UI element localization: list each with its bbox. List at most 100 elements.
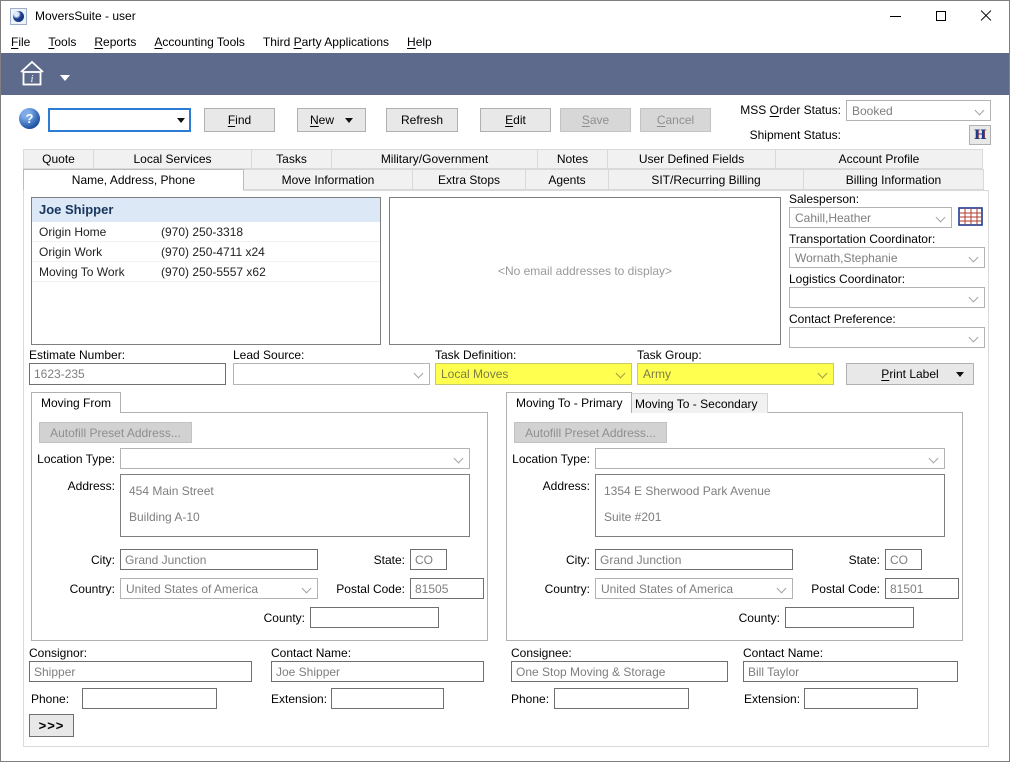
consignee-contact-name-label: Contact Name: (743, 646, 823, 660)
refresh-button[interactable]: Refresh (386, 108, 458, 132)
consignee-extension-input[interactable] (804, 688, 918, 709)
email-list[interactable]: <No email addresses to display> (389, 197, 781, 345)
menu-help[interactable]: Help (398, 32, 441, 52)
home-info-icon: i (17, 59, 53, 89)
tab-moving-to-secondary[interactable]: Moving To - Secondary (625, 393, 768, 413)
tab-agents[interactable]: Agents (525, 169, 609, 190)
menu-file[interactable]: File (2, 32, 39, 52)
tab-user-defined-fields[interactable]: User Defined Fields (607, 149, 776, 169)
chevron-down-icon (818, 369, 828, 379)
maximize-button[interactable] (918, 1, 963, 31)
moving-to-address-label: Address: (506, 479, 590, 493)
phone-row[interactable]: Origin Home(970) 250-3318 (32, 222, 380, 242)
phone-type: Origin Work (39, 242, 161, 261)
consignee-extension-label: Extension: (744, 692, 800, 706)
salesperson-schedule-button[interactable] (958, 207, 984, 230)
close-button[interactable] (963, 1, 1008, 31)
order-search-combobox (48, 108, 191, 132)
phone-number: (970) 250-5557 x62 (161, 262, 266, 281)
save-button[interactable]: Save (560, 108, 631, 132)
moving-from-location-type-select[interactable] (120, 448, 470, 469)
moving-to-country-value: United States of America (601, 582, 733, 596)
task-definition-select[interactable]: Local Moves (435, 363, 632, 385)
tab-local-services[interactable]: Local Services (93, 149, 252, 169)
moving-to-city-label: City: (506, 553, 590, 567)
salesperson-select[interactable]: Cahill,Heather (789, 207, 952, 228)
tab-moving-from[interactable]: Moving From (31, 392, 121, 413)
mss-order-status-select[interactable]: Booked (846, 100, 991, 121)
task-definition-value: Local Moves (441, 367, 508, 381)
tab-account-profile[interactable]: Account Profile (775, 149, 983, 169)
contact-preference-select[interactable] (789, 327, 985, 348)
svg-text:i: i (31, 74, 34, 85)
consignee-label: Consignee: (511, 646, 572, 660)
tab-sit-recurring-billing[interactable]: SIT/Recurring Billing (608, 169, 804, 190)
lead-source-select[interactable] (233, 363, 430, 385)
consignor-extension-input[interactable] (331, 688, 444, 709)
chevron-down-icon (936, 213, 946, 223)
chevron-down-icon (60, 75, 70, 81)
moving-to-county-input[interactable] (785, 607, 914, 628)
consignee-phone-input[interactable] (554, 688, 689, 709)
tab-extra-stops[interactable]: Extra Stops (412, 169, 526, 190)
moving-from-country-select[interactable]: United States of America (120, 578, 318, 599)
tab-quote[interactable]: Quote (23, 149, 94, 169)
moving-to-city-input[interactable] (595, 549, 793, 570)
moving-to-postal-input[interactable] (885, 578, 959, 599)
chevron-down-icon (969, 293, 979, 303)
find-button[interactable]: Find (204, 108, 275, 132)
expand-button[interactable]: >>> (29, 714, 74, 737)
print-label-button[interactable]: Print Label (846, 363, 974, 385)
phone-row[interactable]: Moving To Work(970) 250-5557 x62 (32, 262, 380, 282)
moving-to-address-box[interactable]: 1354 E Sherwood Park AvenueSuite #201 (595, 474, 945, 537)
phone-row[interactable]: Origin Work(970) 250-4711 x24 (32, 242, 380, 262)
menu-reports[interactable]: Reports (85, 32, 145, 52)
consignee-input[interactable] (511, 661, 728, 682)
logistics-coordinator-select[interactable] (789, 287, 985, 308)
tab-notes[interactable]: Notes (537, 149, 608, 169)
tab-military-government[interactable]: Military/Government (331, 149, 538, 169)
moving-to-location-type-label: Location Type: (506, 452, 590, 466)
estimate-number-input[interactable] (29, 363, 226, 385)
task-group-select[interactable]: Army (637, 363, 834, 385)
order-menu-button[interactable]: i (17, 59, 70, 89)
shipment-status-history-button[interactable]: H (969, 125, 991, 145)
tab-move-information[interactable]: Move Information (243, 169, 413, 190)
moving-from-state-input[interactable] (410, 549, 447, 570)
moving-to-state-input[interactable] (885, 549, 922, 570)
estimate-number-label: Estimate Number: (29, 348, 125, 362)
moving-from-city-input[interactable] (120, 549, 318, 570)
consignor-phone-input[interactable] (82, 688, 217, 709)
tab-tasks[interactable]: Tasks (251, 149, 332, 169)
menu-tools[interactable]: Tools (39, 32, 85, 52)
transportation-coordinator-label: Transportation Coordinator: (789, 232, 935, 246)
moving-to-country-select[interactable]: United States of America (595, 578, 793, 599)
new-button[interactable]: New (297, 108, 366, 132)
tab-billing-information[interactable]: Billing Information (803, 169, 984, 190)
contact-list[interactable]: Joe Shipper Origin Home(970) 250-3318Ori… (31, 197, 381, 345)
order-header: i Order Number: 1623-235-21 Order Name: (1, 53, 1009, 95)
help-icon[interactable]: ? (19, 108, 40, 129)
minimize-button[interactable] (873, 1, 918, 31)
moving-from-autofill-button[interactable]: Autofill Preset Address... (39, 422, 192, 443)
chevron-down-icon (975, 106, 985, 116)
consignee-contact-name-input[interactable] (743, 661, 958, 682)
transportation-coordinator-select[interactable]: Wornath,Stephanie (789, 247, 985, 268)
search-dropdown-button[interactable] (172, 110, 189, 130)
tab-name-address-phone[interactable]: Name, Address, Phone (23, 169, 244, 191)
consignor-input[interactable] (29, 661, 252, 682)
consignor-contact-name-input[interactable] (271, 661, 484, 682)
tab-moving-to-primary[interactable]: Moving To - Primary (506, 392, 632, 413)
menu-accounting-tools[interactable]: Accounting Tools (145, 32, 254, 52)
moving-from-address-box[interactable]: 454 Main StreetBuilding A-10 (120, 474, 470, 537)
order-search-input[interactable] (50, 110, 172, 130)
menu-third-party-applications[interactable]: Third Party Applications (254, 32, 398, 52)
moving-from-postal-input[interactable] (410, 578, 484, 599)
moving-to-autofill-button[interactable]: Autofill Preset Address... (514, 422, 667, 443)
menubar: FileToolsReportsAccounting ToolsThird Pa… (1, 31, 1009, 53)
new-dropdown-arrow-icon (345, 118, 353, 123)
chevron-down-icon (616, 369, 626, 379)
moving-from-county-input[interactable] (310, 607, 439, 628)
edit-button[interactable]: Edit (480, 108, 551, 132)
moving-to-location-type-select[interactable] (595, 448, 945, 469)
